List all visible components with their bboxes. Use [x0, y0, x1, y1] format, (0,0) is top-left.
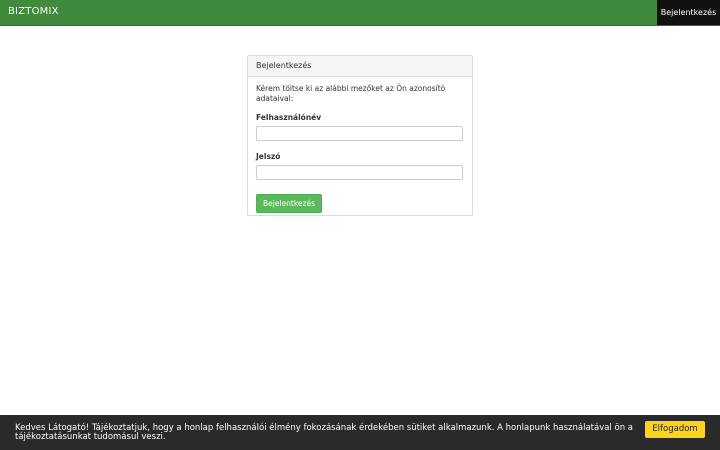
username-field[interactable] [256, 126, 463, 141]
brand-logo[interactable]: BIZTOMIX [8, 6, 59, 17]
password-label: Jelszó [256, 152, 281, 161]
panel-heading: Bejelentkezés [248, 56, 472, 77]
username-label: Felhasználónév [256, 113, 322, 122]
nav-login-link[interactable]: Bejelentkezés [657, 0, 720, 25]
login-panel: Bejelentkezés Kérem töltse ki az alábbi … [247, 55, 473, 216]
top-navbar: BIZTOMIX Bejelentkezés [0, 0, 720, 26]
cookie-notice-text: Kedves Látogató! Tájékoztatjuk, hogy a h… [15, 423, 633, 442]
cookie-accept-button[interactable]: Elfogadom [645, 421, 705, 438]
cookie-bar: Kedves Látogató! Tájékoztatjuk, hogy a h… [0, 415, 720, 450]
panel-body: Kérem töltse ki az alábbi mezőket az Ön … [248, 77, 472, 213]
login-submit-button[interactable]: Bejelentkezés [256, 194, 322, 213]
intro-text: Kérem töltse ki az alábbi mezőket az Ön … [256, 84, 446, 103]
password-field[interactable] [256, 165, 463, 180]
